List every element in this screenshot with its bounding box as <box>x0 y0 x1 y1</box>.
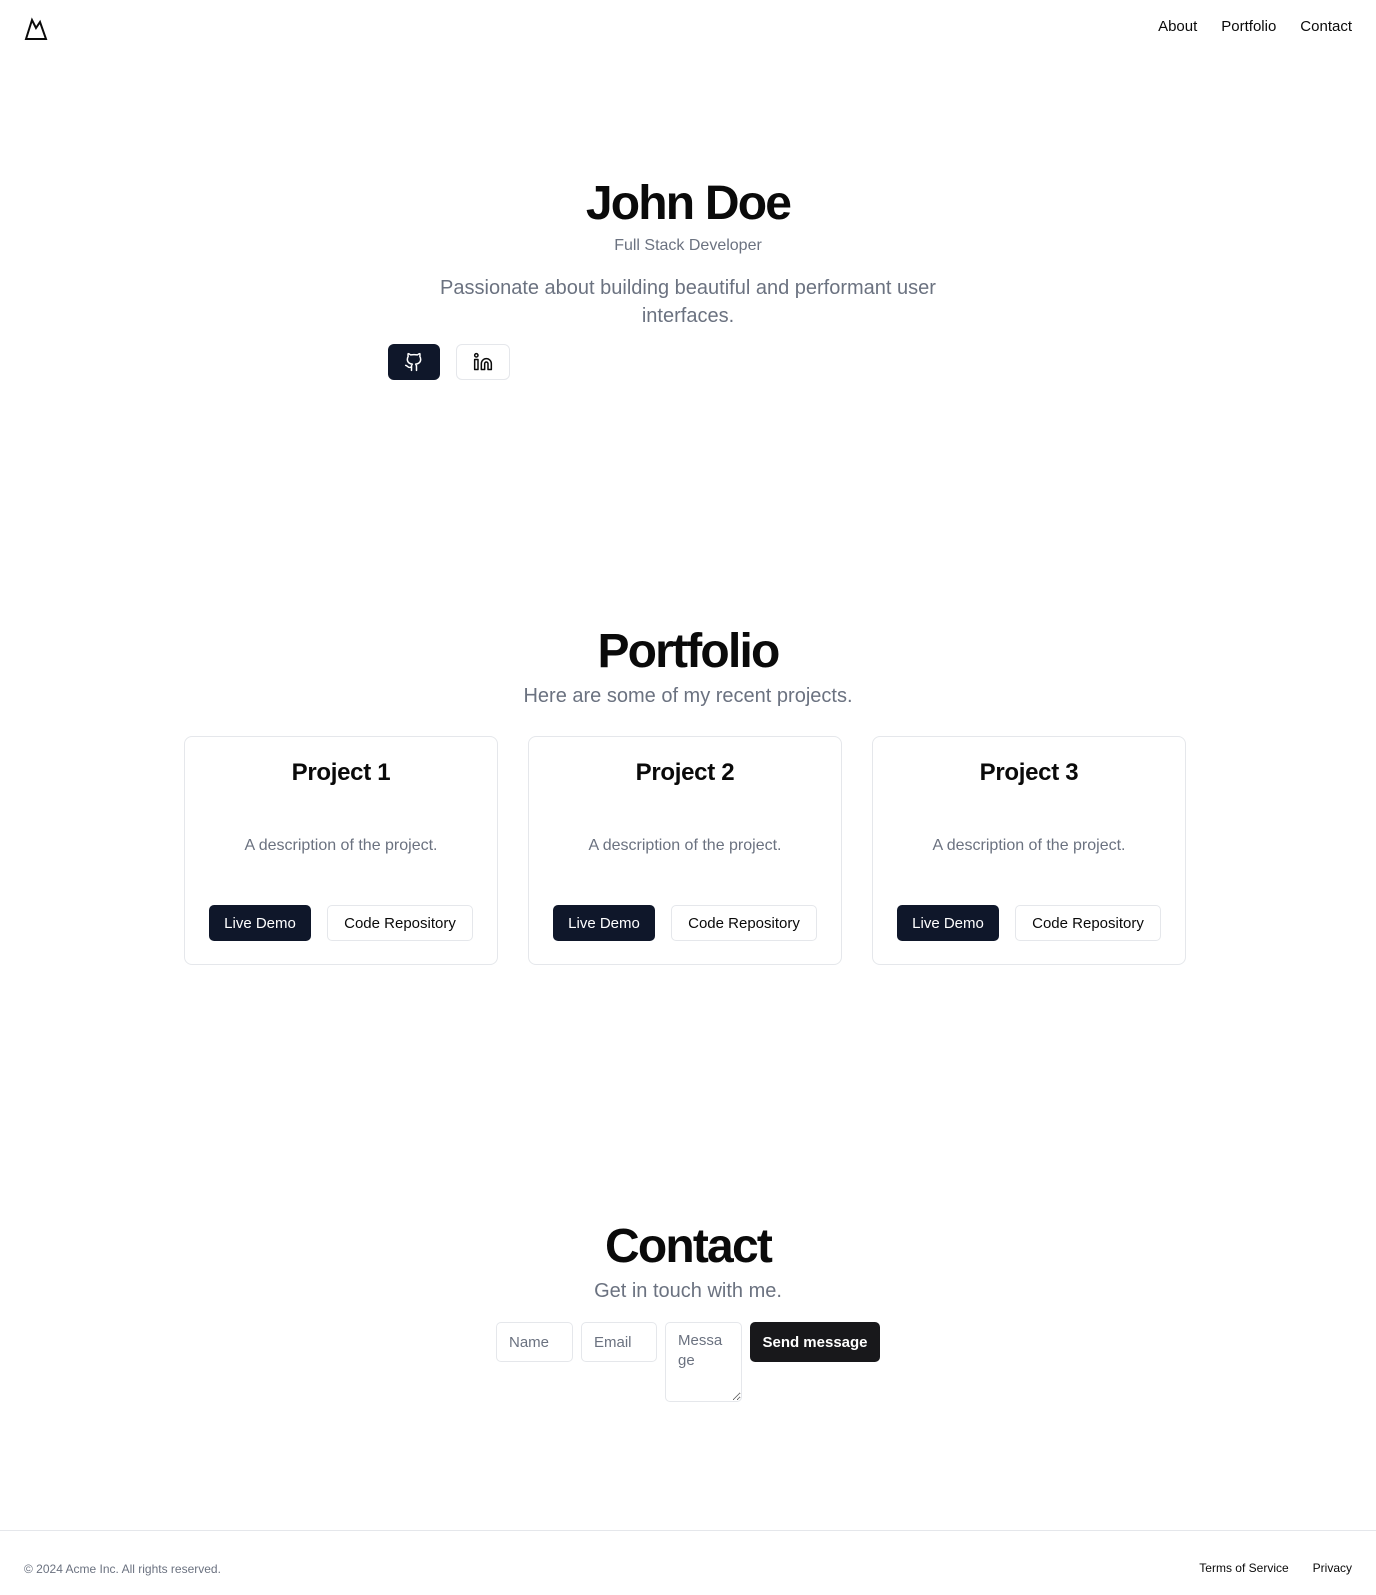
project-card: Project 3 A description of the project. … <box>872 736 1186 965</box>
main-nav: About Portfolio Contact <box>1158 18 1352 35</box>
hero-role: Full Stack Developer <box>614 237 762 254</box>
contact-section: Contact Get in touch with me. <box>0 1219 1376 1305</box>
portfolio-subtitle: Here are some of my recent projects. <box>523 685 853 707</box>
github-button[interactable] <box>388 344 440 380</box>
project-description: A description of the project. <box>244 837 438 854</box>
nav-link-about[interactable]: About <box>1158 18 1197 35</box>
project-title: Project 1 <box>291 759 391 786</box>
mountain-icon[interactable] <box>24 17 48 41</box>
live-demo-button[interactable]: Live Demo <box>209 905 311 941</box>
project-card: Project 2 A description of the project. … <box>528 736 842 965</box>
privacy-link[interactable]: Privacy <box>1313 1561 1352 1575</box>
project-card: Project 1 A description of the project. … <box>184 736 498 965</box>
footer-nav: Terms of Service Privacy <box>1199 1561 1352 1575</box>
message-textarea[interactable] <box>665 1322 742 1402</box>
contact-title: Contact <box>604 1220 773 1273</box>
name-input[interactable] <box>496 1322 573 1362</box>
send-message-button[interactable]: Send message <box>750 1322 880 1362</box>
project-title: Project 2 <box>635 759 735 786</box>
email-input[interactable] <box>581 1322 657 1362</box>
code-repository-button[interactable]: Code Repository <box>327 905 473 941</box>
project-description: A description of the project. <box>588 837 782 854</box>
linkedin-button[interactable] <box>456 344 510 380</box>
site-header: About Portfolio Contact <box>0 0 1376 58</box>
hero-section: John Doe Full Stack Developer Passionate… <box>0 176 1376 330</box>
live-demo-button[interactable]: Live Demo <box>897 905 999 941</box>
linkedin-icon <box>473 352 493 371</box>
project-description: A description of the project. <box>932 837 1126 854</box>
live-demo-button[interactable]: Live Demo <box>553 905 655 941</box>
portfolio-section: Portfolio Here are some of my recent pro… <box>0 624 1376 710</box>
terms-link[interactable]: Terms of Service <box>1199 1561 1288 1575</box>
hero-name: John Doe <box>585 177 792 230</box>
github-icon <box>404 352 422 372</box>
hero-bio: Passionate about building beautiful and … <box>440 277 936 327</box>
portfolio-title: Portfolio <box>597 625 780 678</box>
contact-subtitle: Get in touch with me. <box>594 1280 782 1302</box>
nav-link-portfolio[interactable]: Portfolio <box>1221 18 1276 35</box>
site-footer: © 2024 Acme Inc. All rights reserved. Te… <box>0 1530 1376 1595</box>
code-repository-button[interactable]: Code Repository <box>1015 905 1161 941</box>
nav-link-contact[interactable]: Contact <box>1300 18 1352 35</box>
project-title: Project 3 <box>979 759 1079 786</box>
code-repository-button[interactable]: Code Repository <box>671 905 817 941</box>
copyright-text: © 2024 Acme Inc. All rights reserved. <box>24 1562 221 1576</box>
